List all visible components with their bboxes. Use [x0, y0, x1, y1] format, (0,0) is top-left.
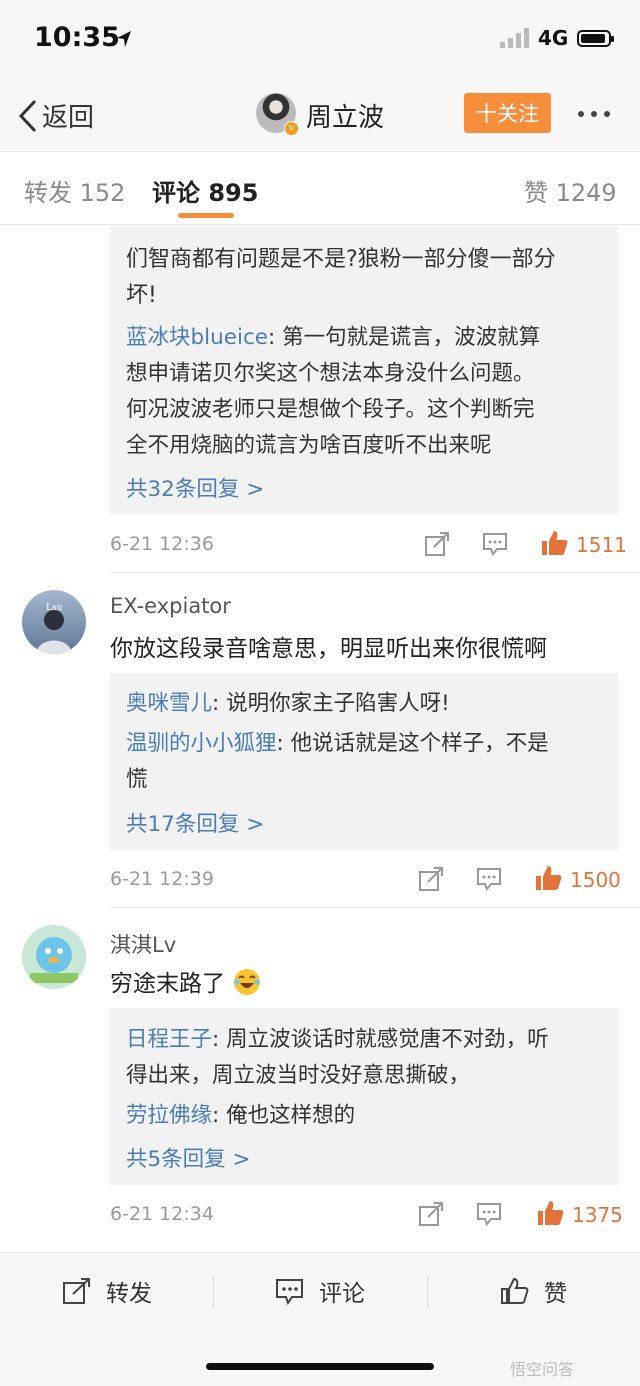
- reply-username[interactable]: 日程王子: [126, 1027, 212, 1052]
- back-label: 返回: [42, 103, 95, 133]
- commenter-name[interactable]: 淇淇Lv: [110, 929, 176, 959]
- divider: [427, 1276, 428, 1308]
- like-icon[interactable]: [534, 864, 562, 892]
- divider: [110, 907, 640, 908]
- comment-time: 6-21 12:39: [110, 868, 214, 890]
- more-replies-link[interactable]: 共17条回复 >: [126, 807, 264, 838]
- reply-text: 俺也这样想的: [226, 1103, 356, 1128]
- tab-repost[interactable]: 转发 152: [24, 173, 125, 208]
- reply-text-line: 想申请诺贝尔奖这个想法本身没什么问题。: [126, 361, 535, 386]
- verified-badge-icon: v: [284, 121, 299, 136]
- reply-text: 说明你家主子陷害人呀!: [226, 691, 450, 716]
- share-icon[interactable]: [418, 866, 444, 892]
- comment-time: 6-21 12:34: [110, 1203, 214, 1225]
- reply-text-line: 全不用烧脑的谎言为啥百度听不出来呢: [126, 433, 492, 458]
- share-icon[interactable]: [418, 1201, 444, 1227]
- comment-text-line: 们智商都有问题是不是?狼粉一部分傻一部分: [126, 247, 556, 272]
- reply-item[interactable]: 劳拉佛缘: 俺也这样想的: [126, 1098, 602, 1133]
- reply-icon[interactable]: [476, 866, 502, 892]
- reply-text-line: 何况波波老师只是想做个段子。这个判断完: [126, 397, 535, 422]
- reply-icon[interactable]: [476, 1201, 502, 1227]
- watermark: 悟空问答: [510, 1360, 575, 1379]
- share-icon[interactable]: [424, 531, 450, 557]
- divider: [110, 572, 640, 573]
- tab-likes[interactable]: 赞 1249: [524, 173, 617, 208]
- like-button[interactable]: 赞: [500, 1274, 567, 1308]
- cartoon-avatar-icon: [30, 937, 78, 983]
- tab-comments[interactable]: 评论 895: [152, 173, 258, 208]
- comment-text: 你放这段录音啥意思，明显听出来你很慌啊: [110, 636, 547, 662]
- like-icon[interactable]: [536, 1199, 564, 1227]
- tab-active-indicator: [178, 213, 234, 218]
- repost-label: 转发: [106, 1281, 152, 1307]
- reply-text-line: 慌: [126, 767, 148, 792]
- reply-text: 第一句就是谎言，波波就算: [282, 325, 541, 350]
- network-label: 4G: [538, 26, 569, 50]
- reply-icon[interactable]: [482, 531, 508, 557]
- repost-button[interactable]: 转发: [62, 1274, 152, 1308]
- like-label: 赞: [544, 1281, 567, 1307]
- user-portrait-icon: Lsu: [36, 603, 72, 654]
- like-count: 1375: [572, 1203, 623, 1227]
- laughing-emoji-icon: [234, 969, 261, 995]
- more-replies-link[interactable]: 共32条回复 >: [126, 472, 264, 503]
- page-title: 周立波: [306, 103, 385, 133]
- commenter-name[interactable]: EX-expiator: [110, 594, 231, 618]
- home-indicator: [206, 1363, 434, 1370]
- like-count: 1511: [576, 533, 627, 557]
- reply-item[interactable]: 日程王子: 周立波谈话时就感觉唐不对劲，听: [126, 1022, 602, 1057]
- reply-text-line: 得出来，周立波当时没好意思撕破，: [126, 1063, 471, 1088]
- reply-item[interactable]: 奥咪雪儿: 说明你家主子陷害人呀!: [126, 686, 602, 721]
- svg-text:Lsu: Lsu: [46, 603, 63, 613]
- comment-label: 评论: [319, 1281, 365, 1307]
- reply-username[interactable]: 温驯的小小狐狸: [126, 731, 277, 756]
- back-button[interactable]: 返回: [18, 97, 94, 134]
- signal-icon: [500, 28, 529, 48]
- battery-icon: [577, 30, 614, 47]
- reply-username[interactable]: 蓝冰块blueice: [126, 325, 268, 350]
- comment-text-line: 坏!: [126, 283, 157, 308]
- reply-text: 他说话就是这个样子，不是: [290, 731, 549, 756]
- reply-text: 周立波谈话时就感觉唐不对劲，听: [226, 1027, 549, 1052]
- chevron-left-icon: [18, 99, 37, 132]
- comment-text: 穷途末路了: [110, 971, 225, 997]
- repost-icon: [63, 1278, 90, 1304]
- comment-icon: [276, 1279, 303, 1305]
- like-count: 1500: [570, 868, 621, 892]
- reply-username[interactable]: 奥咪雪儿: [126, 691, 212, 716]
- thumbs-up-icon: [501, 1277, 529, 1304]
- location-arrow-icon: [117, 31, 131, 47]
- reply-item[interactable]: 温驯的小小狐狸: 他说话就是这个样子，不是: [126, 726, 602, 761]
- more-replies-link[interactable]: 共5条回复 >: [126, 1142, 251, 1173]
- reply-username[interactable]: 劳拉佛缘: [126, 1103, 212, 1128]
- status-time: 10:35: [34, 22, 120, 53]
- like-icon[interactable]: [540, 529, 568, 557]
- avatar[interactable]: [22, 925, 86, 989]
- divider: [213, 1276, 214, 1308]
- comment-time: 6-21 12:36: [110, 533, 214, 555]
- more-options-icon[interactable]: [578, 111, 610, 117]
- comment-button[interactable]: 评论: [275, 1274, 365, 1308]
- avatar[interactable]: Lsu: [22, 590, 86, 654]
- follow-button[interactable]: 十关注: [464, 93, 551, 133]
- comment-text-row: 穷途末路了: [110, 964, 262, 998]
- reply-item[interactable]: 蓝冰块blueice: 第一句就是谎言，波波就算: [126, 320, 602, 355]
